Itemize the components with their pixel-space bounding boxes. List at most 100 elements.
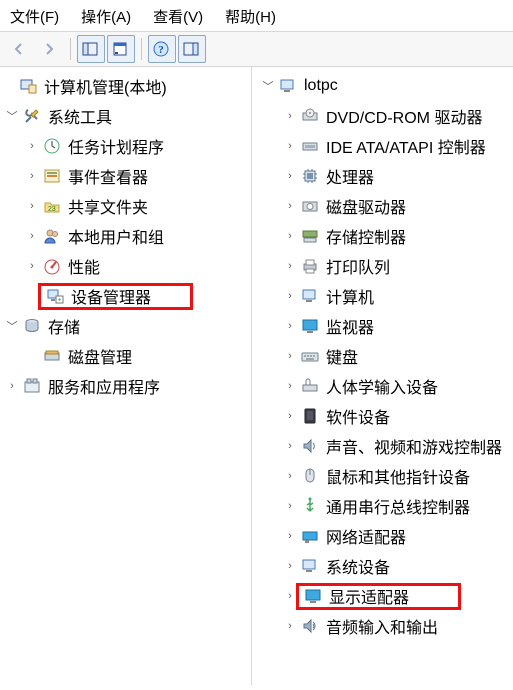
right-tree[interactable]: ﹀ lotpc › DVD/CD-ROM 驱动器 › IDE ATA/ATAPI… <box>252 71 513 641</box>
mouse-icon <box>300 466 320 486</box>
device-ide[interactable]: › IDE ATA/ATAPI 控制器 <box>252 131 513 161</box>
tree-local-users-groups[interactable]: › 本地用户和组 <box>0 221 251 251</box>
display-adapter-icon <box>303 586 323 606</box>
menu-bar: 文件(F) 操作(A) 查看(V) 帮助(H) <box>0 0 513 32</box>
tree-task-scheduler[interactable]: › 任务计划程序 <box>0 131 251 161</box>
toolbar-forward-button[interactable] <box>36 35 64 63</box>
chevron-right-icon[interactable]: › <box>24 198 40 214</box>
tree-label: 存储 <box>46 313 82 339</box>
tree-disk-management[interactable]: ▶ 磁盘管理 <box>0 341 251 371</box>
device-storage-controllers[interactable]: › 存储控制器 <box>252 221 513 251</box>
system-device-icon <box>300 556 320 576</box>
menu-action[interactable]: 操作(A) <box>81 6 131 27</box>
tree-label: 显示适配器 <box>327 583 411 609</box>
tree-label: 设备管理器 <box>69 283 153 309</box>
speaker-icon <box>300 436 320 456</box>
chevron-right-icon[interactable]: › <box>282 408 298 424</box>
menu-view[interactable]: 查看(V) <box>153 6 203 27</box>
device-keyboards[interactable]: › 键盘 <box>252 341 513 371</box>
chevron-right-icon[interactable]: › <box>24 168 40 184</box>
shared-folder-icon: 23 <box>42 196 62 216</box>
chevron-down-icon[interactable]: ﹀ <box>4 318 20 334</box>
chevron-right-icon[interactable]: › <box>24 138 40 154</box>
device-monitors[interactable]: › 监视器 <box>252 311 513 341</box>
tree-device-manager[interactable]: ▶ 设备管理器 <box>0 281 251 311</box>
chevron-down-icon[interactable]: ﹀ <box>260 78 276 94</box>
chevron-right-icon[interactable]: › <box>282 378 298 394</box>
chevron-right-icon[interactable]: › <box>282 348 298 364</box>
device-print-queues[interactable]: › 打印队列 <box>252 251 513 281</box>
toolbar-help-button[interactable]: ? <box>148 35 176 63</box>
device-dvd[interactable]: › DVD/CD-ROM 驱动器 <box>252 101 513 131</box>
tree-performance[interactable]: › 性能 <box>0 251 251 281</box>
users-icon <box>42 226 62 246</box>
left-tree[interactable]: ▶ 计算机管理(本地) ﹀ 系统工具 › 任务计划 <box>0 71 251 401</box>
device-network-adapters[interactable]: › 网络适配器 <box>252 521 513 551</box>
chevron-right-icon[interactable]: › <box>282 528 298 544</box>
chevron-down-icon[interactable]: ﹀ <box>4 108 20 124</box>
chevron-right-icon[interactable]: › <box>282 168 298 184</box>
tree-label: 计算机管理(本地) <box>42 73 169 99</box>
toolbar-separator <box>70 38 71 60</box>
svg-text:23: 23 <box>48 206 56 213</box>
tree-label: IDE ATA/ATAPI 控制器 <box>324 133 488 159</box>
right-tree-pane: ﹀ lotpc › DVD/CD-ROM 驱动器 › IDE ATA/ATAPI… <box>252 67 513 685</box>
chevron-right-icon[interactable]: › <box>4 378 20 394</box>
chevron-right-icon[interactable]: › <box>282 318 298 334</box>
tree-event-viewer[interactable]: › 事件查看器 <box>0 161 251 191</box>
disk-drive-icon <box>300 196 320 216</box>
tree-system-tools[interactable]: ﹀ 系统工具 <box>0 101 251 131</box>
chevron-right-icon[interactable]: › <box>282 258 298 274</box>
device-disk-drives[interactable]: › 磁盘驱动器 <box>252 191 513 221</box>
device-processors[interactable]: › 处理器 <box>252 161 513 191</box>
chevron-right-icon[interactable]: › <box>282 228 298 244</box>
device-mice[interactable]: › 鼠标和其他指针设备 <box>252 461 513 491</box>
device-hid[interactable]: › 人体学输入设备 <box>252 371 513 401</box>
toolbar-extra-button[interactable] <box>178 35 206 63</box>
chevron-right-icon[interactable]: › <box>282 618 298 634</box>
chevron-right-icon[interactable]: › <box>282 288 298 304</box>
tree-storage[interactable]: ﹀ 存储 <box>0 311 251 341</box>
chevron-right-icon[interactable]: › <box>24 258 40 274</box>
arrow-right-icon <box>39 39 59 59</box>
device-audio-io[interactable]: › 音频输入和输出 <box>252 611 513 641</box>
tree-root-computer-management[interactable]: ▶ 计算机管理(本地) <box>0 71 251 101</box>
tree-shared-folders[interactable]: › 23 共享文件夹 <box>0 191 251 221</box>
monitor-icon <box>300 316 320 336</box>
chevron-right-icon[interactable]: › <box>282 468 298 484</box>
printer-icon <box>300 256 320 276</box>
tree-services-apps[interactable]: › 服务和应用程序 <box>0 371 251 401</box>
chevron-right-icon[interactable]: › <box>24 228 40 244</box>
svg-text:?: ? <box>158 44 164 56</box>
tree-label: 软件设备 <box>324 403 392 429</box>
device-system-devices[interactable]: › 系统设备 <box>252 551 513 581</box>
device-computer[interactable]: › 计算机 <box>252 281 513 311</box>
tree-label: 打印队列 <box>324 253 392 279</box>
chevron-right-icon[interactable]: › <box>282 438 298 454</box>
chevron-right-icon[interactable]: › <box>282 138 298 154</box>
storage-controller-icon <box>300 226 320 246</box>
menu-file[interactable]: 文件(F) <box>10 6 59 27</box>
chevron-right-icon[interactable]: › <box>282 108 298 124</box>
device-audio-video-game[interactable]: › 声音、视频和游戏控制器 <box>252 431 513 461</box>
chevron-right-icon[interactable]: › <box>282 558 298 574</box>
tree-label: 本地用户和组 <box>66 223 166 249</box>
network-adapter-icon <box>300 526 320 546</box>
toolbar-separator <box>141 38 142 60</box>
device-usb[interactable]: › 通用串行总线控制器 <box>252 491 513 521</box>
chevron-right-icon[interactable]: › <box>282 498 298 514</box>
tree-label: 鼠标和其他指针设备 <box>324 463 472 489</box>
toolbar-back-button[interactable] <box>6 35 34 63</box>
computer-icon <box>278 76 298 96</box>
panel-icon <box>80 39 100 59</box>
device-display-adapters[interactable]: › 显示适配器 <box>252 581 513 611</box>
device-software-devices[interactable]: › 软件设备 <box>252 401 513 431</box>
hid-icon <box>300 376 320 396</box>
performance-icon <box>42 256 62 276</box>
chevron-right-icon[interactable]: › <box>282 198 298 214</box>
toolbar-showhide-button[interactable] <box>77 35 105 63</box>
toolbar-properties-button[interactable] <box>107 35 135 63</box>
menu-help[interactable]: 帮助(H) <box>225 6 276 27</box>
tree-label: 声音、视频和游戏控制器 <box>324 433 504 459</box>
device-root[interactable]: ﹀ lotpc <box>252 71 513 101</box>
